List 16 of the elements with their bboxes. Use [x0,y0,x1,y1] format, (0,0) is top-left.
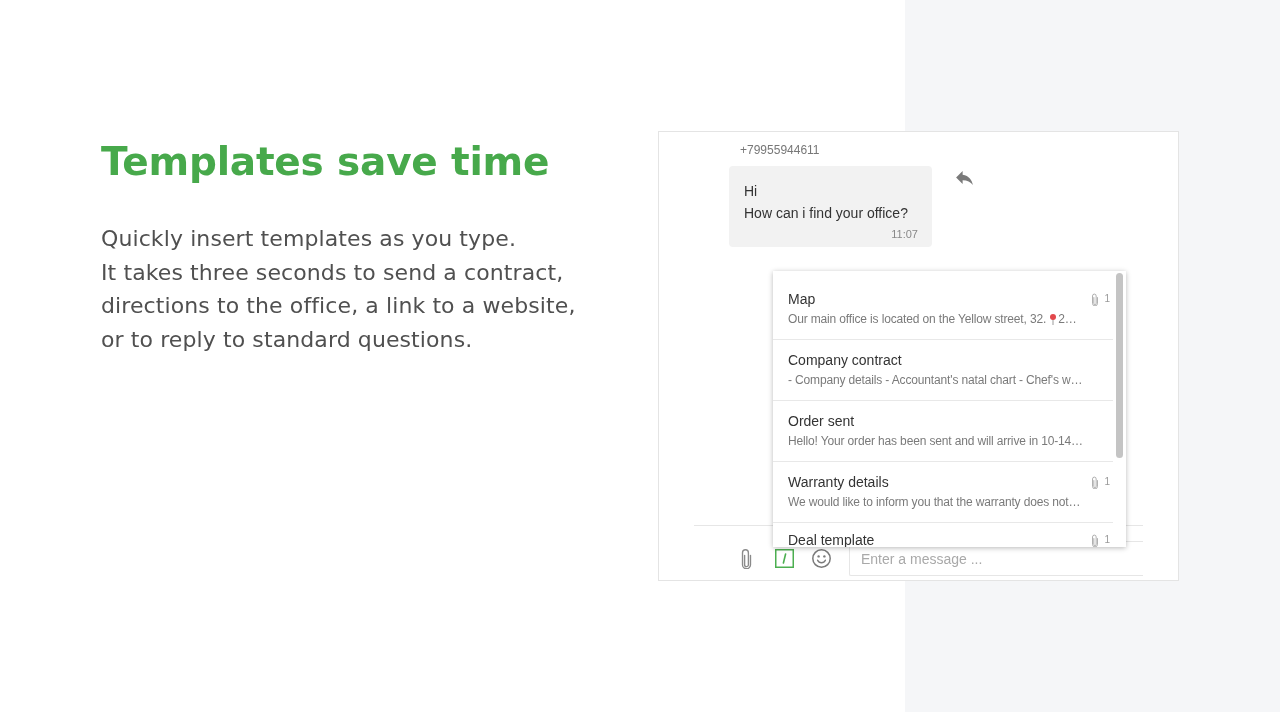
template-title: Order sent [788,412,855,430]
template-title: Company contract [788,351,902,369]
template-preview: We would like to inform you that the warranty does not… [788,494,1081,510]
message-text: Hi How can i find your office? [744,182,909,223]
attachment-count: 1 [1104,476,1110,488]
sender-phone: +79955944611 [739,142,821,158]
template-title: Warranty details [788,473,889,491]
description-text: Quickly insert templates as you type. It takes three seconds to send a contract, directions to the office, a link to a website, or to reply to standard questions. [101,225,577,355]
attachment-count: 1 [1104,293,1110,305]
message-time: 11:07 [890,227,918,241]
headline: Templates save time [101,139,551,185]
template-preview: Hello! Your order has been sent and will arrive in 10-14… [788,433,1083,449]
template-preview: Our main office is located on the Yellow street, 32. [788,311,1047,327]
template-preview: - Company details - Accountant's natal chart - Chef's w… [788,372,1083,388]
template-preview: 2… [1058,311,1077,327]
template-title: Map [788,290,816,308]
